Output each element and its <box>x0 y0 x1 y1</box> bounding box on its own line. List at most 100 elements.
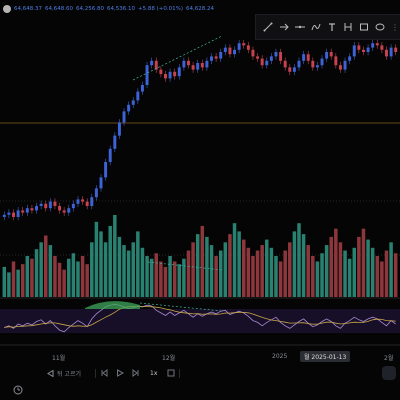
candle-body <box>85 201 89 206</box>
horizontal-line-icon[interactable] <box>294 20 306 34</box>
candle-body <box>108 148 112 162</box>
candle-body <box>39 203 43 206</box>
candle-body <box>104 162 108 178</box>
candle-body <box>366 47 370 52</box>
play-icon <box>117 369 124 377</box>
candle-body <box>7 212 11 215</box>
pen-icon[interactable] <box>310 20 322 34</box>
volume-bar <box>389 242 393 297</box>
volume-bar <box>237 231 241 297</box>
measure-icon[interactable] <box>342 20 354 34</box>
speed-button[interactable]: 1x <box>150 370 157 377</box>
play-button[interactable] <box>116 369 124 377</box>
candle-body <box>223 47 227 52</box>
candle-body <box>288 67 292 72</box>
ohlc-legend: 64,648.37 64,648.60 64,256.80 64,536.10 … <box>3 3 214 15</box>
candle-body <box>210 56 213 61</box>
more-tools-icon[interactable]: ⋮ <box>390 20 400 34</box>
candle-body <box>352 45 356 57</box>
volume-bar <box>11 261 16 297</box>
volume-bar <box>380 261 384 297</box>
volume-bar <box>182 258 186 297</box>
candle-body <box>154 60 158 70</box>
volume-bar <box>122 245 126 297</box>
ohlc-value: 64,648.60 <box>45 6 73 12</box>
arrow-icon[interactable] <box>278 20 290 34</box>
candle-body <box>302 54 306 61</box>
candle-body <box>306 54 310 61</box>
candle-body <box>371 43 375 48</box>
time-tick: 2025 <box>272 353 288 360</box>
volume-bar <box>163 266 168 297</box>
stop-button[interactable] <box>167 369 175 377</box>
candle-body <box>348 56 352 61</box>
volume-bar <box>251 256 255 297</box>
candle-body <box>251 49 255 57</box>
candle-body <box>94 188 98 198</box>
candle-body <box>117 122 121 136</box>
history-icon[interactable] <box>13 385 23 395</box>
candle-body <box>292 67 296 72</box>
ohlc-change: +5.88 (+0.01%) <box>138 6 183 12</box>
candle-body <box>380 45 384 50</box>
candle-body <box>168 71 172 79</box>
candle-body <box>182 60 186 68</box>
volume-bar <box>338 242 343 297</box>
step-back-icon <box>47 369 54 377</box>
stop-icon <box>167 369 175 377</box>
candle-body <box>48 201 52 209</box>
volume-bar <box>136 231 140 297</box>
volume-bar <box>375 256 380 297</box>
volume-bar <box>343 250 347 297</box>
time-tick: 2월 <box>384 355 394 362</box>
volume-bar <box>80 256 85 297</box>
candle-body <box>265 60 269 66</box>
volume-bar <box>43 235 48 297</box>
volume-bar <box>297 223 301 297</box>
volume-bar <box>67 258 71 297</box>
rectangle-icon[interactable] <box>358 20 370 34</box>
candle-body <box>283 60 287 68</box>
volume-bar <box>191 242 195 297</box>
replay-toggle-button[interactable] <box>382 366 396 380</box>
candle-body <box>214 56 218 59</box>
back-select-button[interactable]: 뒤 고르기 <box>47 369 81 378</box>
text-icon[interactable] <box>326 20 338 34</box>
next-button[interactable] <box>132 369 140 377</box>
settings-icon[interactable] <box>3 5 11 13</box>
volume-bar <box>16 269 20 297</box>
bottom-bar <box>0 381 400 400</box>
volume-bar <box>366 239 370 297</box>
volume-bar <box>288 242 292 297</box>
volume-bar <box>347 258 352 297</box>
candle-body <box>62 210 66 213</box>
back-select-label: 뒤 고르기 <box>57 370 81 378</box>
price-chart[interactable] <box>0 0 400 350</box>
candle-body <box>90 197 94 206</box>
overbought-fill <box>85 301 140 309</box>
candle-body <box>99 177 103 189</box>
candle-body <box>71 203 75 209</box>
candle-body <box>12 212 15 217</box>
volume-bar <box>20 264 25 297</box>
volume-bar <box>177 264 182 297</box>
volume-bar <box>301 234 306 297</box>
volume-bar <box>278 261 283 297</box>
candle-body <box>44 203 48 209</box>
candle-body <box>2 214 6 217</box>
ellipse-icon[interactable] <box>374 20 386 34</box>
volume-bar <box>246 247 251 297</box>
volume-bar <box>306 245 310 297</box>
previous-button[interactable] <box>100 369 108 377</box>
previous-icon <box>101 369 108 377</box>
candle-body <box>21 210 25 213</box>
trend-line-icon[interactable] <box>262 20 274 34</box>
candle-body <box>145 65 149 85</box>
candle-body <box>338 65 342 70</box>
candle-body <box>30 208 34 211</box>
candle-body <box>279 52 283 61</box>
volume-bar <box>324 245 329 297</box>
volume-bar <box>195 234 200 297</box>
candle-body <box>311 60 315 68</box>
volume-bar <box>232 223 237 297</box>
